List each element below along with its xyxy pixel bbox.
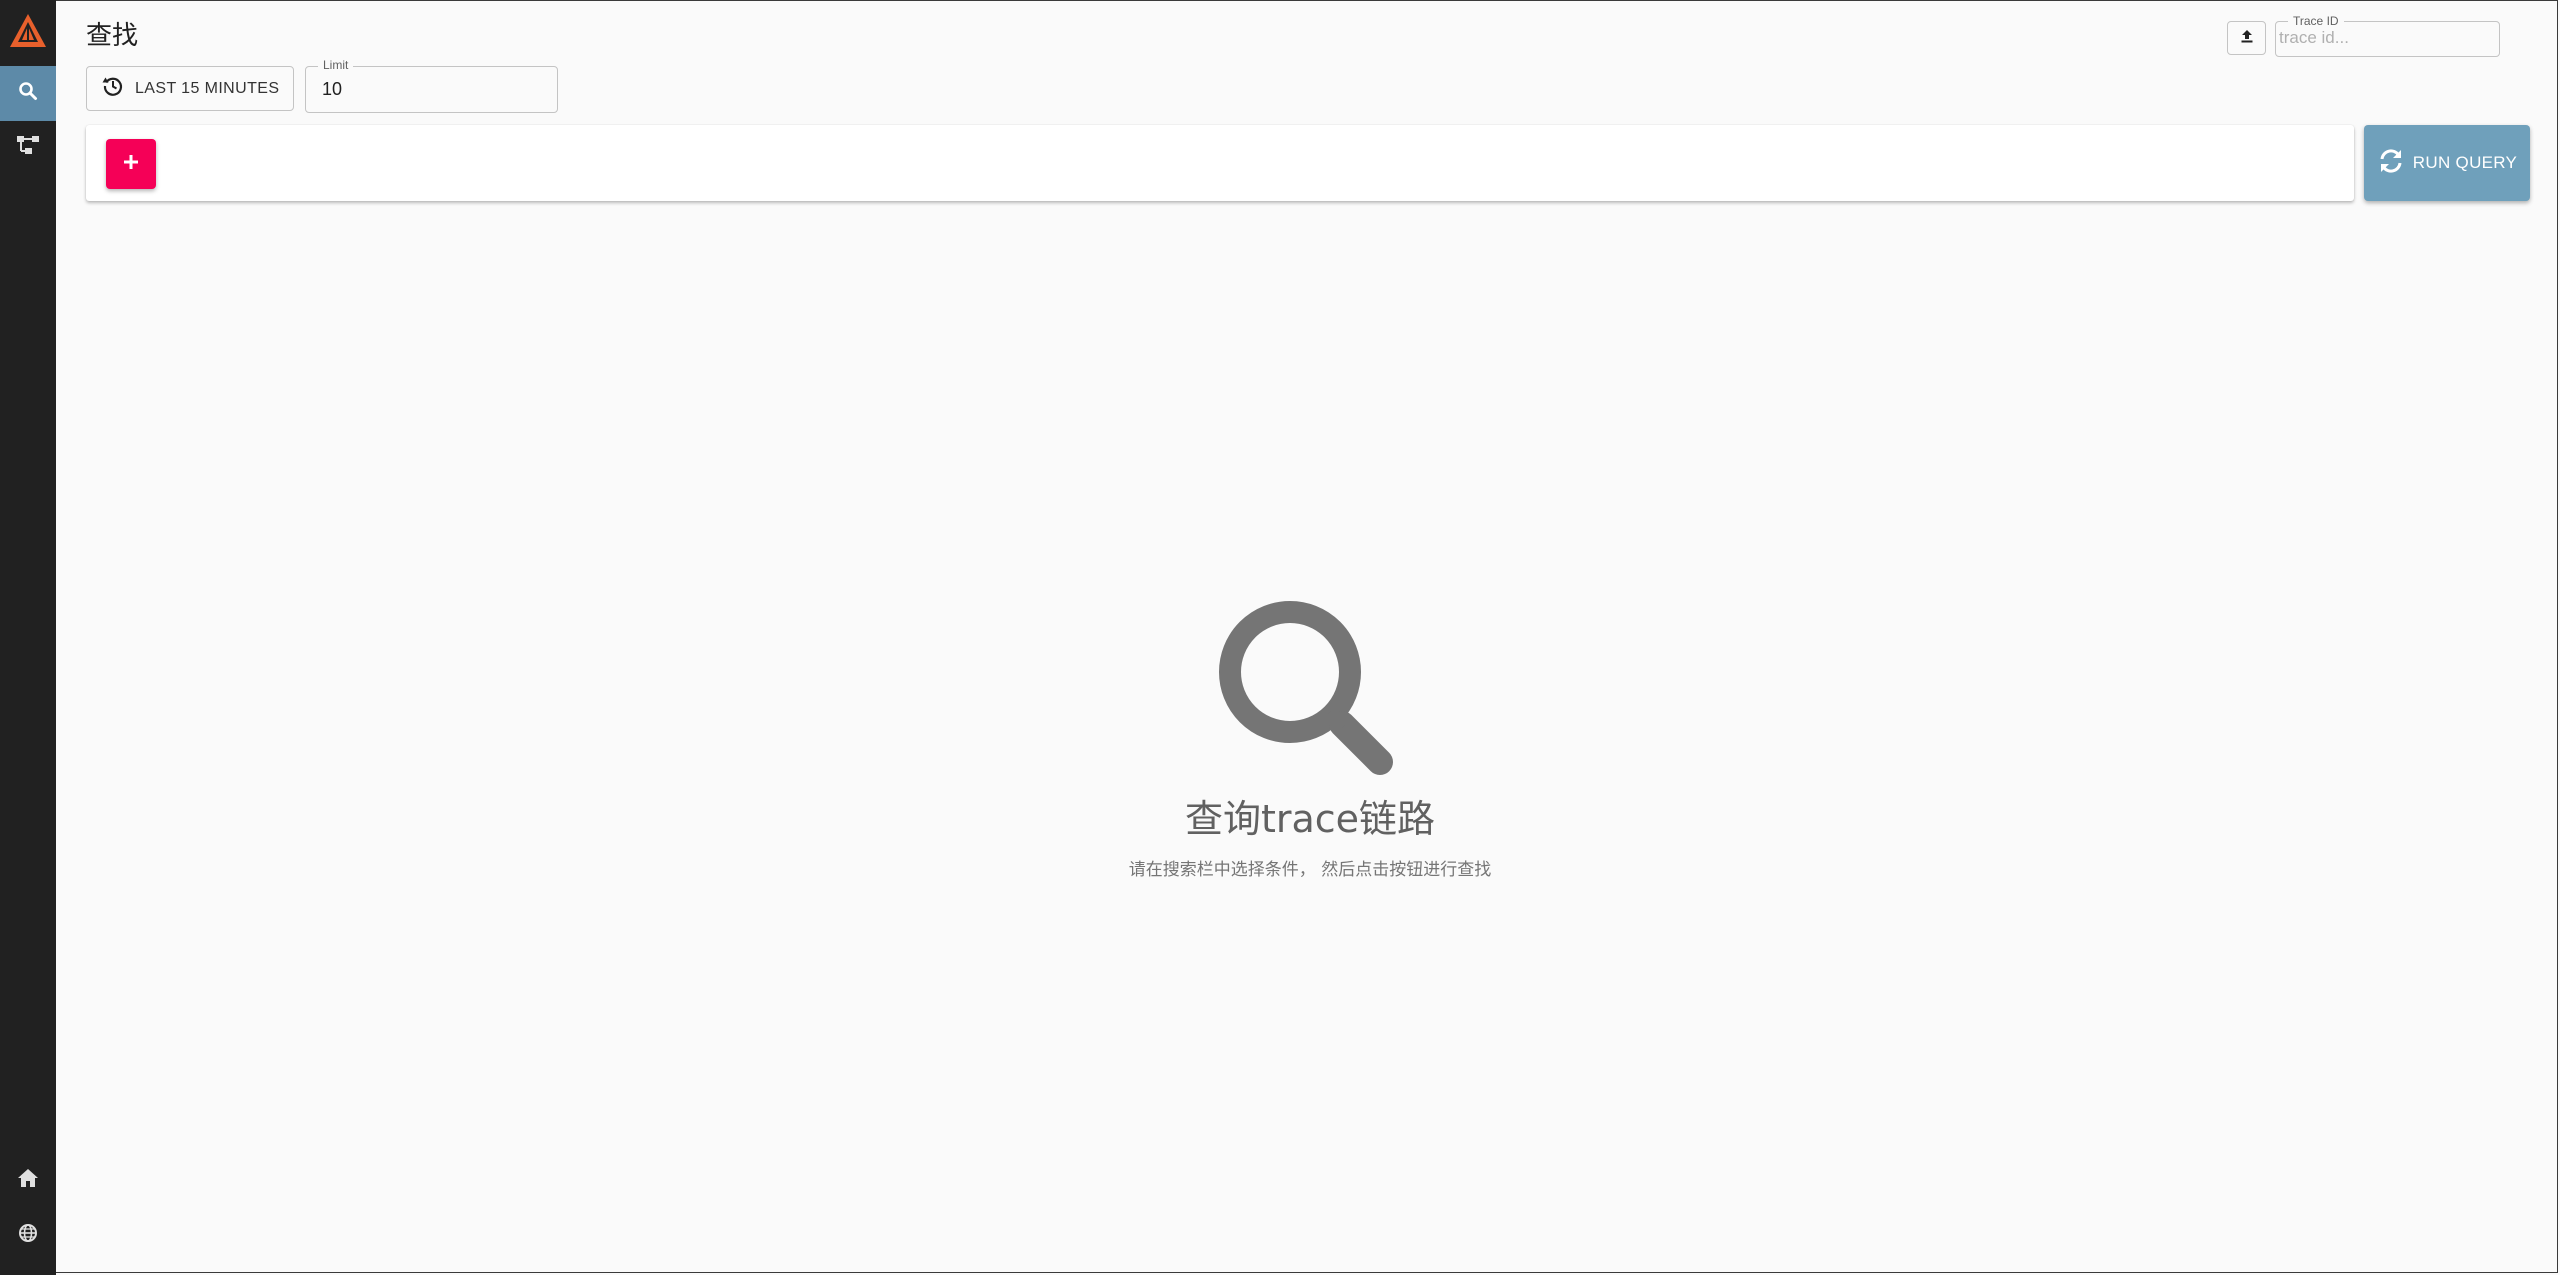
sidebar [0,0,56,1275]
page-title: 查找 [86,21,139,51]
hierarchy-icon [16,134,40,161]
filter-bar [86,125,2354,201]
sidebar-item-search[interactable] [0,66,56,121]
upload-button[interactable] [2227,21,2266,55]
refresh-icon [2377,147,2405,180]
globe-icon [18,1223,38,1248]
trace-id-field[interactable]: Trace ID [2275,14,2500,57]
trace-id-input[interactable] [2279,28,2494,48]
run-query-button[interactable]: RUN QUERY [2364,125,2530,201]
time-range-label: LAST 15 MINUTES [135,79,280,97]
run-query-label: RUN QUERY [2412,153,2518,172]
time-range-button[interactable]: LAST 15 MINUTES [86,66,294,111]
sidebar-item-language[interactable] [0,1208,56,1263]
search-icon [18,81,38,106]
trace-id-label: Trace ID [2288,14,2344,28]
limit-field[interactable]: Limit [305,58,558,113]
magnifier-icon [1000,600,1620,784]
limit-input[interactable] [322,79,542,100]
add-filter-button[interactable] [106,139,156,189]
upload-icon [2239,28,2255,49]
empty-state-subtitle: 请在搜索栏中选择条件， 然后点击按钮进行查找 [1128,860,1492,880]
limit-label: Limit [318,58,354,72]
history-icon [101,74,125,103]
plus-icon [122,153,140,176]
sidebar-item-topology[interactable] [0,120,56,175]
empty-state-title: 查询trace链路 [1184,797,1436,841]
home-icon [17,1168,39,1193]
empty-state: 查询trace链路 请在搜索栏中选择条件， 然后点击按钮进行查找 [1000,600,1620,880]
flame-logo-icon[interactable] [7,11,49,53]
sidebar-item-home[interactable] [0,1153,56,1208]
